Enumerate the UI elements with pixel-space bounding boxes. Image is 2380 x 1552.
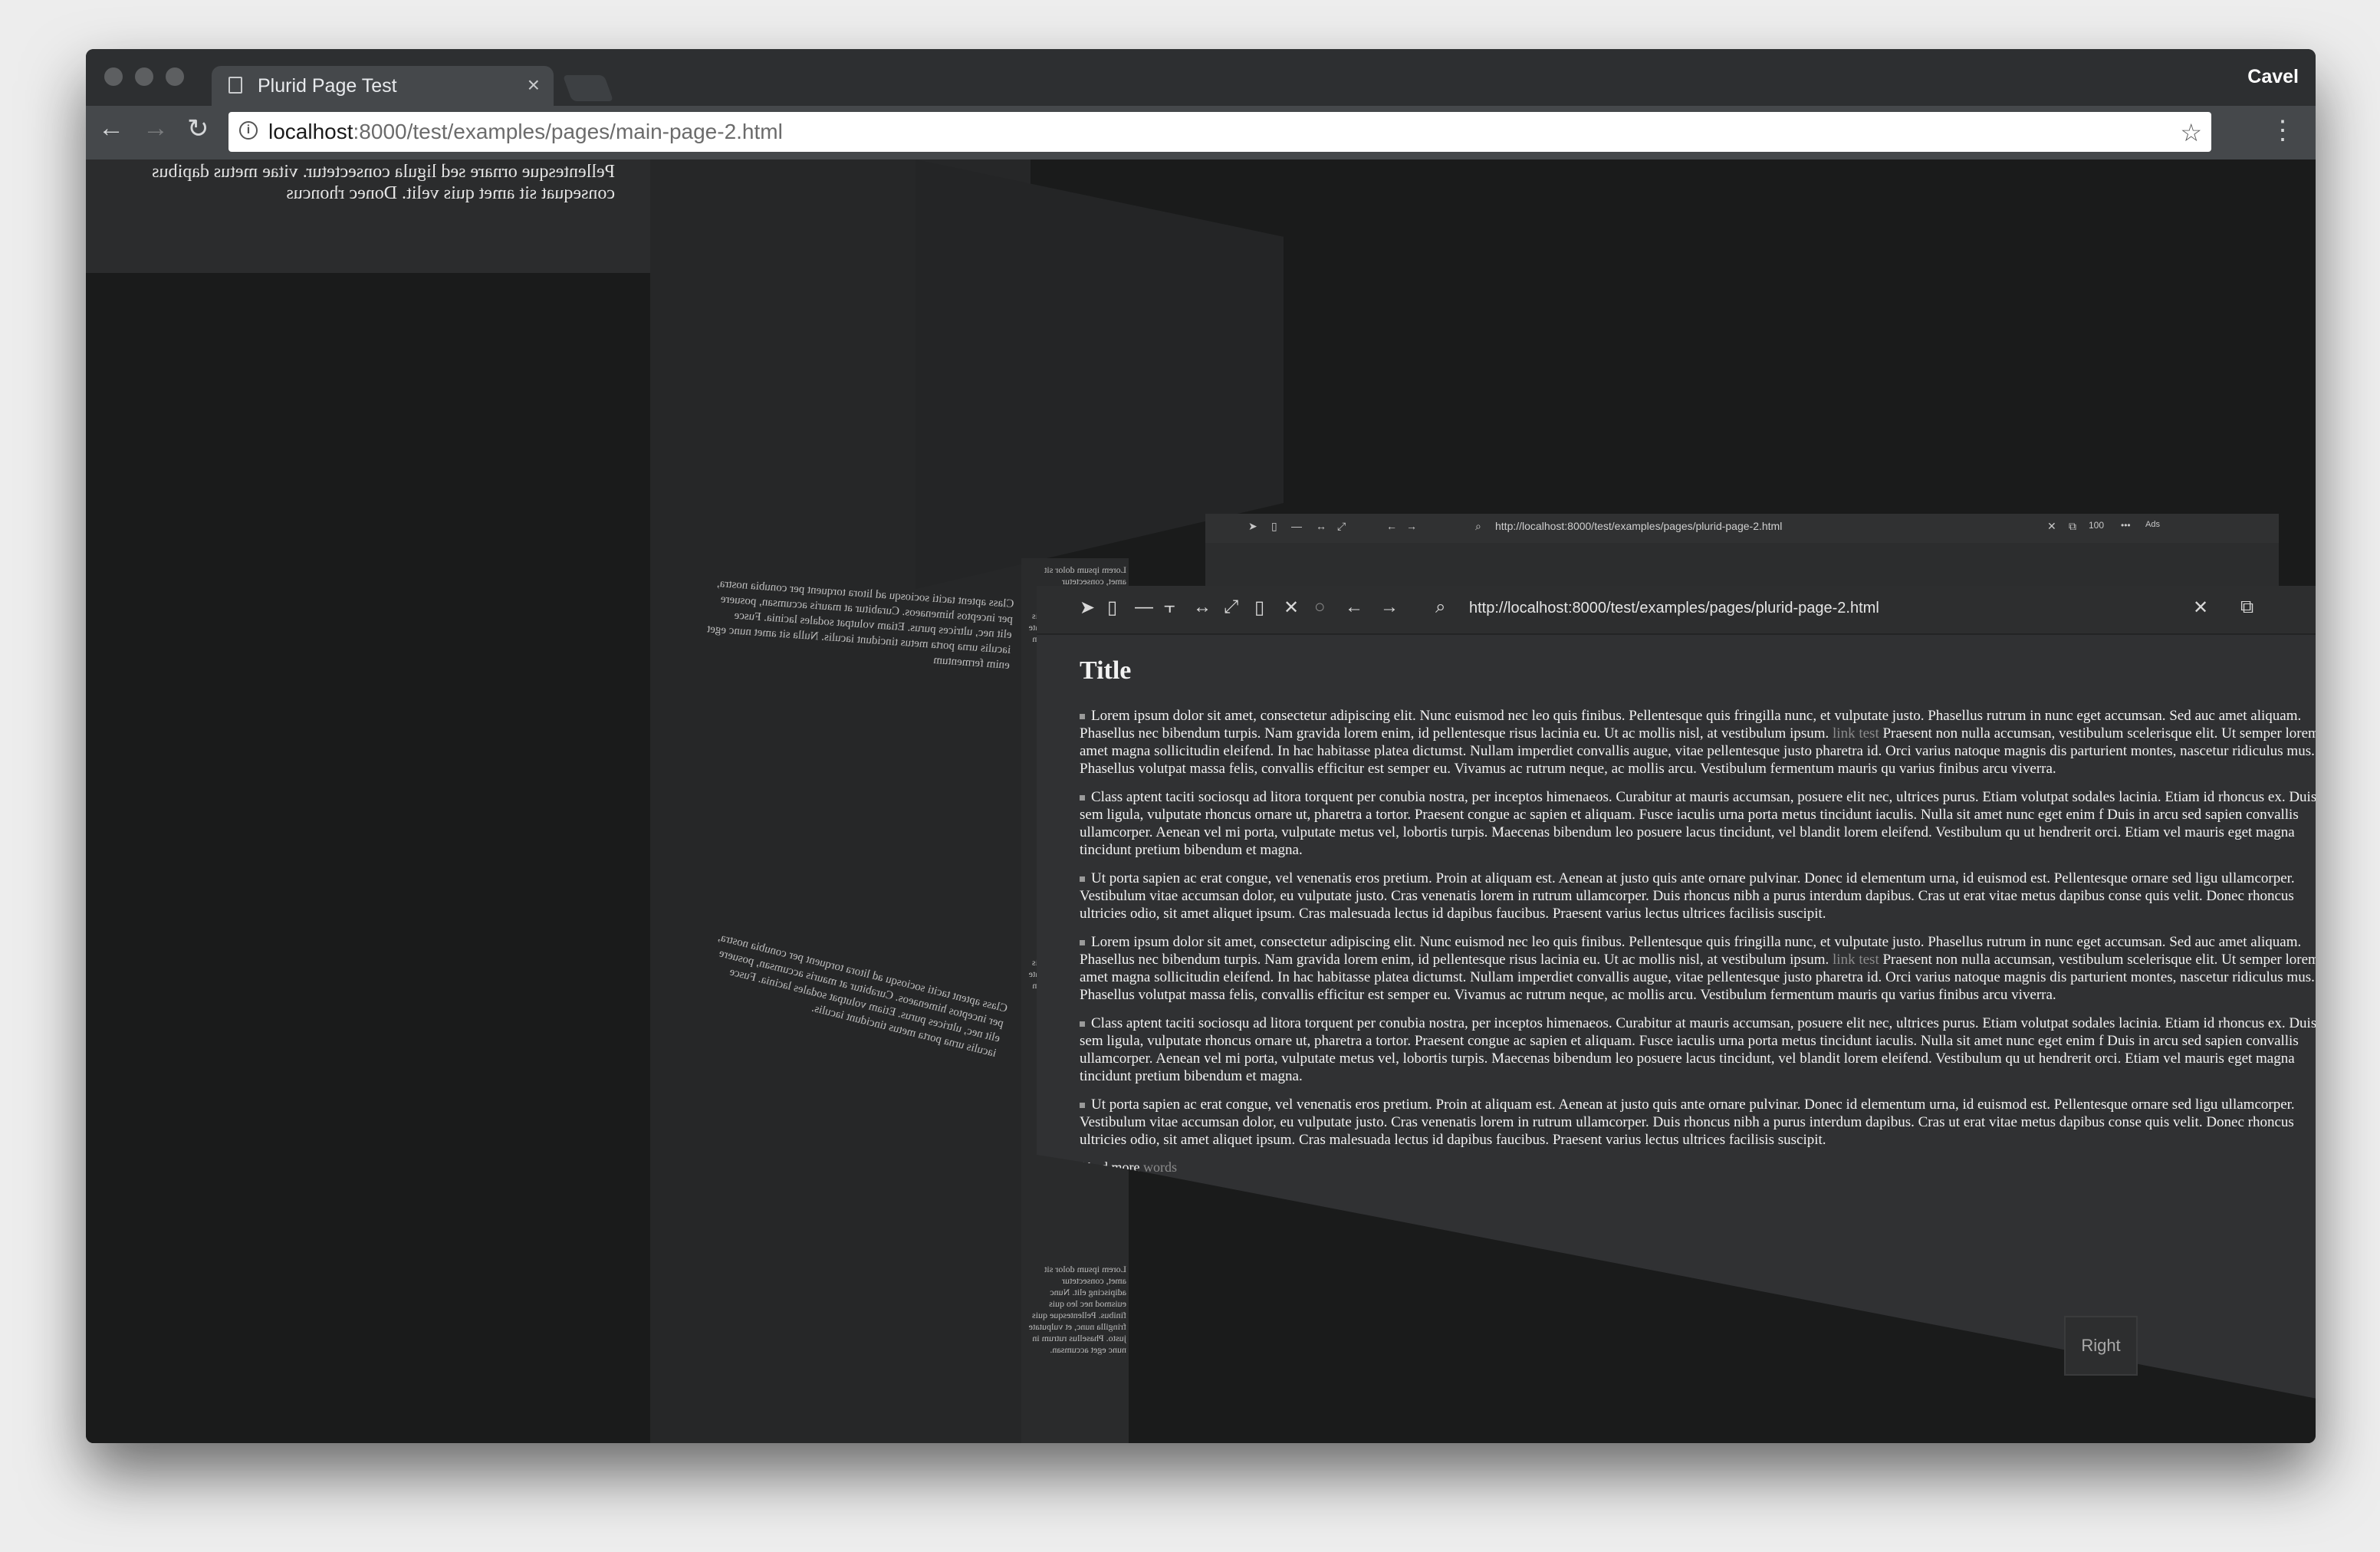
expand-icon[interactable]: ⤢	[1337, 520, 1346, 533]
back-arrow-icon[interactable]: ←	[98, 113, 124, 143]
search-icon[interactable]: ⌕	[1475, 520, 1481, 533]
paragraph: Ut porta sapien ac erat congue, vel vene…	[1080, 1096, 2316, 1149]
bookmark-star-icon[interactable]: ☆	[2180, 118, 2202, 147]
paragraph-marker[interactable]	[1080, 1021, 1085, 1028]
forward-arrow-icon[interactable]: →	[1406, 520, 1417, 532]
close-plane-icon[interactable]: ✕	[1284, 597, 1299, 619]
front-plane-url[interactable]: http://localhost:8000/test/examples/page…	[1469, 600, 1879, 617]
address-bar[interactable]: i localhost:8000/test/examples/pages/mai…	[228, 112, 2211, 152]
plane-content: Title Lorem ipsum dolor sit amet, consec…	[1080, 656, 2316, 1176]
reorder-icon[interactable]: ▯	[1271, 520, 1277, 533]
paragraph-text: Class aptent taciti sociosqu ad litora t…	[1080, 789, 2316, 858]
plane-label: Ads	[2145, 520, 2160, 529]
paragraph-marker[interactable]	[1080, 940, 1085, 946]
zoom-window-button[interactable]	[166, 67, 184, 86]
paragraph: Ut porta sapien ac erat congue, vel vene…	[1080, 870, 2316, 922]
search-icon[interactable]: ⌕	[1435, 597, 1445, 618]
page-title: Title	[1080, 656, 1132, 685]
paragraph-marker[interactable]	[1080, 795, 1085, 801]
resize-icon[interactable]: ↔	[1193, 597, 1211, 618]
resize-icon[interactable]: ↔	[1316, 520, 1326, 532]
back-arrow-icon[interactable]: ←	[1386, 520, 1397, 532]
collapse-icon[interactable]: ⫟	[1164, 597, 1175, 618]
new-tab-button[interactable]	[562, 75, 614, 101]
navigate-icon[interactable]: ➤	[1080, 597, 1095, 619]
front-plurid-plane: ➤ ▯ — ⫟ ↔ ⤢ ▯ ✕ ○ ← → ⌕ http://localhost…	[1037, 586, 2316, 1399]
minimize-window-button[interactable]	[135, 67, 153, 86]
paragraph-text: Ut porta sapien ac erat congue, vel vene…	[1080, 870, 2295, 922]
strip-text: Lorem ipsum dolor sit amet, consectetur …	[1028, 1264, 1126, 1355]
forward-arrow-icon[interactable]: →	[1380, 597, 1399, 618]
more-icon[interactable]: •••	[2121, 520, 2131, 531]
page-icon	[228, 77, 242, 94]
paragraph: Class aptent taciti sociosqu ad litora t…	[1080, 788, 2316, 859]
browser-menu-icon[interactable]: ⋮	[2270, 115, 2296, 146]
zoom-level[interactable]: 100	[2089, 520, 2104, 531]
close-window-button[interactable]	[104, 67, 123, 86]
close-icon[interactable]: ✕	[2193, 597, 2208, 619]
back-plane-toolbar: ➤ ▯ — ↔ ⤢ ← → ⌕ http://localhost:8000/te…	[1205, 514, 2279, 543]
reorder-icon[interactable]: ▯	[1107, 597, 1117, 619]
circle-icon[interactable]: ○	[1314, 597, 1326, 618]
paragraph-marker[interactable]	[1080, 876, 1085, 883]
more-words-link[interactable]: words	[1143, 1159, 1177, 1175]
browser-window: Plurid Page Test × Cavel ← → ↻ i localho…	[86, 49, 2316, 1443]
mirrored-text: Pellentesque ornare sed ligula consectet…	[152, 162, 615, 203]
tab-close-icon[interactable]: ×	[528, 73, 540, 97]
more-words: (And more words	[1080, 1159, 2316, 1176]
paragraph-text: Class aptent taciti sociosqu ad litora t…	[1080, 1015, 2316, 1084]
url-host: localhost	[268, 120, 353, 143]
expand-icon[interactable]: ⤢	[1224, 597, 1238, 618]
back-plane-url[interactable]: http://localhost:8000/test/examples/page…	[1495, 520, 1782, 532]
close-icon[interactable]: ✕	[2047, 520, 2056, 533]
browser-tab[interactable]: Plurid Page Test ×	[212, 66, 554, 106]
paragraph: Class aptent taciti sociosqu ad litora t…	[1080, 1014, 2316, 1085]
copy-icon[interactable]: ⧉	[2240, 597, 2253, 618]
title-bar: Plurid Page Test × Cavel	[86, 49, 2316, 106]
tab-title: Plurid Page Test	[258, 75, 397, 97]
right-button[interactable]: Right	[2064, 1316, 2138, 1376]
paragraph: Lorem ipsum dolor sit amet, consectetur …	[1080, 933, 2316, 1004]
reload-icon[interactable]: ↻	[187, 113, 209, 144]
copy-icon[interactable]: ⧉	[2069, 520, 2076, 533]
link-test[interactable]: link test	[1833, 725, 1879, 741]
paragraph-text: Ut porta sapien ac erat congue, vel vene…	[1080, 1097, 2295, 1148]
minimize-icon[interactable]: —	[1135, 597, 1153, 618]
mirrored-plane-top-left: Pellentesque ornare sed ligula consectet…	[86, 159, 659, 273]
forward-arrow-icon[interactable]: →	[143, 113, 169, 143]
paragraph-marker[interactable]	[1080, 714, 1085, 720]
trash-icon[interactable]: ▯	[1254, 597, 1264, 619]
url-text[interactable]: localhost:8000/test/examples/pages/main-…	[268, 120, 783, 144]
paragraph: Lorem ipsum dolor sit amet, consectetur …	[1080, 707, 2316, 778]
page-viewport: Pellentesque ornare sed ligula consectet…	[86, 159, 2316, 1443]
minimize-icon[interactable]: —	[1291, 520, 1302, 532]
front-plane-toolbar: ➤ ▯ — ⫟ ↔ ⤢ ▯ ✕ ○ ← → ⌕ http://localhost…	[1037, 586, 2316, 635]
navigate-icon[interactable]: ➤	[1248, 520, 1257, 533]
browser-toolbar: ← → ↻ i localhost:8000/test/examples/pag…	[86, 106, 2316, 159]
paragraph-marker[interactable]	[1080, 1103, 1085, 1109]
back-arrow-icon[interactable]: ←	[1345, 597, 1363, 618]
back-plurid-plane: ➤ ▯ — ↔ ⤢ ← → ⌕ http://localhost:8000/te…	[1205, 514, 2279, 598]
link-test[interactable]: link test	[1833, 952, 1879, 968]
url-path: :8000/test/examples/pages/main-page-2.ht…	[353, 120, 783, 143]
profile-name[interactable]: Cavel	[2247, 66, 2299, 88]
info-icon[interactable]: i	[239, 121, 258, 140]
